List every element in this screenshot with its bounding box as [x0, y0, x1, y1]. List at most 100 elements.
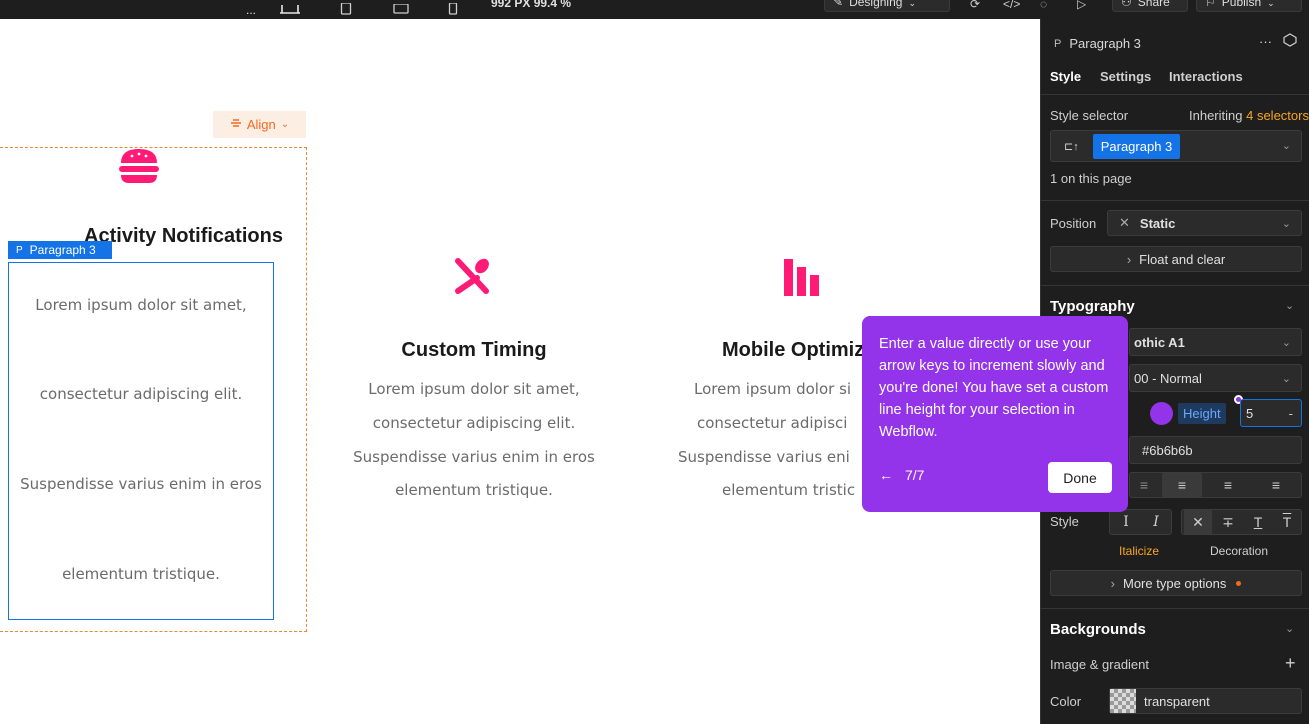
line-height-input[interactable]: 5 - [1240, 399, 1302, 427]
mobile-landscape-icon[interactable] [393, 0, 409, 19]
underline-icon[interactable]: T [1244, 510, 1272, 534]
more-menu-button[interactable]: ... [246, 0, 256, 19]
tab-style[interactable]: Style [1050, 69, 1081, 84]
align-center-icon[interactable]: ≡ [1162, 473, 1202, 497]
refresh-icon[interactable]: ⟳ [970, 0, 980, 13]
tooltip-done-button[interactable]: Done [1048, 462, 1112, 493]
element-name: Paragraph 3 [1069, 36, 1141, 51]
weight-dropdown[interactable]: 00 - Normal ⌄ [1129, 364, 1302, 392]
chevron-down-icon: ⌄ [280, 119, 290, 130]
bg-color-label: Color [1050, 694, 1082, 709]
designing-mode-dropdown[interactable]: ✎ Designing ⌄ [824, 0, 950, 12]
viewport-info: 992 PX 99.4 % [491, 0, 572, 10]
paragraph-line: elementum tristique. [62, 565, 220, 583]
selected-element-label[interactable]: P Paragraph 3 [8, 241, 112, 259]
panel-element-header: P Paragraph 3 [1054, 36, 1141, 51]
code-icon[interactable]: </> [1003, 0, 1020, 13]
align-justify-icon[interactable]: ≡ [1254, 473, 1298, 497]
chevron-down-icon[interactable]: ⌄ [1282, 139, 1291, 152]
element-selector-icon: ⊏↑ [1064, 140, 1079, 153]
float-clear-button[interactable]: › Float and clear [1050, 246, 1302, 272]
text-color-value: #6b6b6b [1142, 442, 1193, 458]
chevron-down-icon[interactable]: ⌄ [1285, 622, 1294, 635]
chevron-down-icon: ⌄ [1267, 0, 1275, 8]
more-type-options-button[interactable]: › More type options [1050, 570, 1302, 596]
desktop-viewport-icon[interactable] [278, 0, 302, 19]
share-label: Share [1137, 0, 1170, 9]
feature-title-timing: Custom Timing [401, 339, 547, 361]
on-page-count: 1 on this page [1050, 171, 1132, 186]
italic-group: I I [1109, 509, 1172, 535]
share-button[interactable]: ⚇ Share [1112, 0, 1188, 12]
feature-line: Lorem ipsum dolor si [694, 380, 852, 398]
italic-style-icon[interactable]: I [1142, 510, 1170, 534]
chevron-down-icon: ⌄ [908, 0, 916, 8]
selector-field[interactable]: ⊏↑ Paragraph 3 ⌄ [1050, 130, 1302, 162]
decoration-label: Decoration [1210, 544, 1269, 558]
tour-tooltip: Enter a value directly or use your arrow… [862, 316, 1128, 512]
float-clear-label: Float and clear [1139, 251, 1226, 267]
pencil-icon: ✎ [833, 0, 844, 9]
align-label: Align [246, 117, 276, 132]
font-dropdown[interactable]: othic A1 ⌄ [1129, 328, 1302, 356]
feature-line: Suspendisse varius enim in eros [353, 448, 595, 466]
tab-settings[interactable]: Settings [1100, 69, 1151, 84]
burger-icon [118, 147, 160, 185]
tooltip-step: 7/7 [905, 467, 925, 483]
text-color-field[interactable]: #6b6b6b [1129, 436, 1302, 464]
tab-interactions[interactable]: Interactions [1169, 69, 1243, 84]
modified-dot-icon [1236, 580, 1242, 586]
typography-title[interactable]: Typography [1050, 298, 1135, 315]
bg-color-value: transparent [1144, 693, 1210, 709]
align-button[interactable]: Align ⌄ [213, 111, 306, 138]
component-icon[interactable] [1283, 33, 1297, 50]
paragraph-line: consectetur adipiscing elit. [39, 385, 243, 403]
element-label: Paragraph 3 [29, 243, 96, 257]
publish-button[interactable]: ⚐ Publish ⌄ [1196, 0, 1302, 12]
no-decoration-icon[interactable]: ✕ [1184, 510, 1212, 534]
decoration-group: ✕ ∓ T T [1181, 509, 1302, 535]
preview-play-icon[interactable]: ▷ [1077, 0, 1086, 13]
align-left-icon[interactable]: ≡ [1132, 473, 1156, 497]
feature-line: consectetur adipiscing elit. [372, 414, 576, 432]
comment-icon[interactable]: ◌ [1040, 0, 1047, 13]
feature-line: elementum tristique. [395, 481, 553, 499]
tour-pointer-knob [1150, 402, 1173, 425]
more-type-label: More type options [1123, 575, 1227, 591]
static-x-icon: ✕ [1119, 215, 1130, 230]
selector-chip[interactable]: Paragraph 3 [1092, 133, 1181, 159]
back-arrow-icon[interactable]: ← [879, 467, 893, 483]
top-toolbar: ... 992 PX 99.4 % ✎ Designing ⌄ ⟳ </> ◌ … [0, 0, 1309, 19]
mode-label: Designing [849, 0, 903, 9]
add-background-icon[interactable]: + [1285, 653, 1296, 674]
font-value: othic A1 [1134, 334, 1185, 350]
divider [1041, 200, 1309, 201]
chevron-down-icon: ⌄ [1281, 337, 1291, 349]
overline-icon[interactable]: T [1274, 510, 1300, 534]
style-label: Style [1050, 514, 1079, 529]
chevron-down-icon[interactable]: ⌄ [1285, 299, 1294, 312]
line-height-unit[interactable]: - [1289, 406, 1293, 421]
regular-style-icon[interactable]: I [1112, 510, 1140, 534]
publish-label: Publish [1221, 0, 1262, 9]
chevron-down-icon: ⌄ [1281, 218, 1291, 230]
italicize-label: Italicize [1119, 544, 1160, 558]
backgrounds-title[interactable]: Backgrounds [1050, 621, 1146, 638]
line-height-label[interactable]: Height [1178, 403, 1226, 424]
tooltip-text: Enter a value directly or use your arrow… [879, 336, 1109, 440]
transparent-swatch[interactable] [1110, 689, 1136, 713]
tablet-viewport-icon[interactable] [340, 0, 352, 19]
inheriting-count[interactable]: 4 selectors [1246, 108, 1309, 123]
more-options-button[interactable]: ··· [1259, 34, 1272, 49]
align-right-icon[interactable]: ≡ [1206, 473, 1250, 497]
mobile-portrait-icon[interactable] [448, 0, 458, 19]
feature-line: consectetur adipisci [697, 414, 848, 432]
bar-chart-icon [784, 259, 829, 301]
feature-line: Lorem ipsum dolor sit amet, [368, 380, 580, 398]
bg-color-field[interactable]: transparent [1109, 688, 1302, 714]
paragraph-line: Lorem ipsum dolor sit amet, [35, 296, 247, 314]
position-dropdown[interactable]: ✕ Static ⌄ [1107, 210, 1302, 236]
strikethrough-icon[interactable]: ∓ [1214, 510, 1242, 534]
text-align-group: ≡ ≡ ≡ ≡ [1129, 472, 1302, 498]
weight-value: 00 - Normal [1134, 370, 1202, 386]
